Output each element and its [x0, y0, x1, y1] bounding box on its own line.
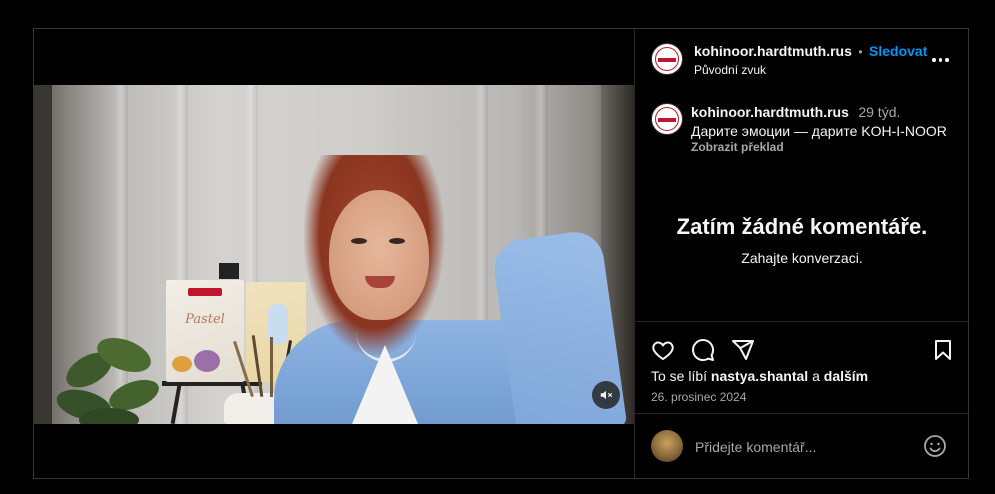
- brand-logo-bar: [658, 118, 676, 122]
- user-avatar[interactable]: [651, 430, 683, 462]
- paper-plane-icon: [732, 340, 754, 360]
- fruit-drawing: [172, 356, 192, 372]
- video-player[interactable]: Pastel: [34, 85, 634, 424]
- separator-dot: •: [858, 45, 863, 59]
- post-date[interactable]: 26. prosinec 2024: [651, 390, 746, 404]
- likes-connector: a: [812, 368, 820, 384]
- add-comment-bar: Přidejte komentář...: [635, 413, 969, 479]
- comment-button[interactable]: [691, 338, 715, 362]
- likes-others-link[interactable]: dalším: [824, 368, 868, 384]
- like-button[interactable]: [651, 338, 675, 362]
- pastel-box-label: Pastel: [185, 312, 225, 327]
- eye: [351, 238, 367, 244]
- author-avatar[interactable]: [651, 43, 683, 75]
- translate-link[interactable]: Zobrazit překlad: [691, 140, 784, 154]
- comments-section: kohinoor.hardtmuth.rus 29 týd. Дарите эм…: [635, 87, 969, 321]
- wall-edge-left: [34, 85, 52, 424]
- caption-author-avatar[interactable]: [651, 103, 683, 135]
- liker-username[interactable]: nastya.shantal: [711, 368, 808, 384]
- caption-time: 29 týd.: [858, 104, 901, 120]
- mouth: [365, 276, 395, 288]
- pastel-box: Pastel: [166, 280, 244, 382]
- post-header: kohinoor.hardtmuth.rus • Sledovat Původn…: [635, 29, 969, 87]
- post-sidebar: kohinoor.hardtmuth.rus • Sledovat Původn…: [634, 29, 969, 478]
- follow-button[interactable]: Sledovat: [869, 43, 927, 59]
- likes-prefix: To se líbí: [651, 368, 708, 384]
- smiley-icon: [924, 435, 946, 457]
- author-username[interactable]: kohinoor.hardtmuth.rus: [694, 43, 852, 59]
- more-horizontal-icon: [932, 58, 936, 62]
- more-options-button[interactable]: [932, 58, 949, 62]
- caption-text: Дарите эмоции — дарите KOH-I-NOOR: [691, 123, 947, 139]
- comment-input[interactable]: Přidejte komentář...: [695, 439, 816, 455]
- media-area: Pastel: [34, 29, 634, 478]
- share-button[interactable]: [731, 338, 755, 362]
- no-comments-title: Zatím žádné komentáře.: [676, 214, 928, 239]
- post-dialog: Pastel kohinoor.hardtmuth.rus • Sledovat…: [33, 28, 969, 479]
- emoji-button[interactable]: [923, 434, 947, 458]
- plant-image: [56, 337, 159, 424]
- caption-username[interactable]: kohinoor.hardtmuth.rus: [691, 104, 849, 120]
- header-title-row: kohinoor.hardtmuth.rus • Sledovat: [694, 43, 927, 61]
- no-comments-subtitle: Zahajte konverzaci.: [741, 250, 863, 266]
- speaker-muted-icon: [600, 390, 613, 400]
- comment-bubble-icon: [692, 339, 715, 362]
- mute-button[interactable]: [592, 381, 620, 409]
- bookmark-icon: [935, 340, 951, 360]
- post-actions: To se líbí nastya.shantal a dalším 26. p…: [635, 321, 969, 414]
- brand-logo: [188, 288, 222, 296]
- eye: [389, 238, 405, 244]
- person-face: [329, 190, 429, 320]
- audio-label[interactable]: Původní zvuk: [694, 63, 766, 77]
- caption-title-row: kohinoor.hardtmuth.rus 29 týd.: [691, 104, 900, 122]
- likes-summary: To se líbí nastya.shantal a dalším: [651, 368, 868, 384]
- brand-logo-bar: [658, 58, 676, 62]
- save-button[interactable]: [931, 338, 955, 362]
- pencil: [270, 337, 273, 397]
- fruit-drawing: [194, 350, 220, 372]
- easel-top: [219, 263, 239, 279]
- heart-icon: [652, 341, 674, 361]
